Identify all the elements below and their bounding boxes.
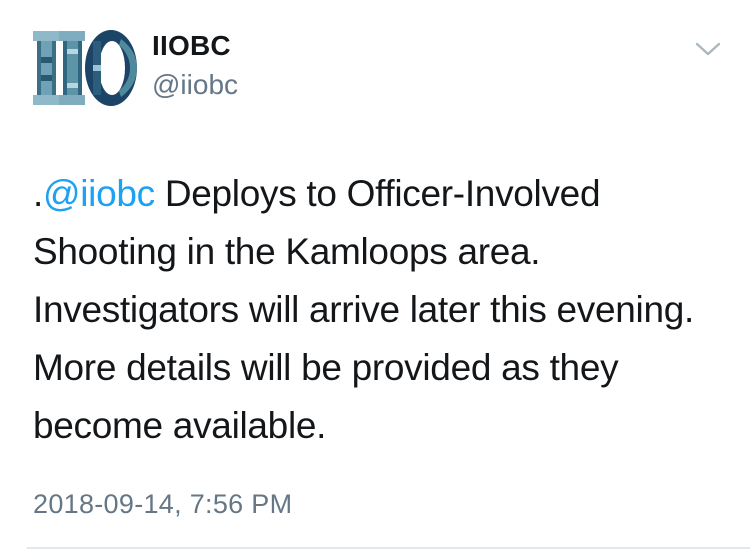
tweet-timestamp[interactable]: 2018-09-14, 7:56 PM — [33, 486, 292, 522]
avatar[interactable] — [33, 27, 141, 109]
author-handle[interactable]: @iiobc — [152, 67, 238, 103]
divider — [27, 547, 750, 549]
tweet-card: IIOBC @iiobc .@iiobc Deploys to Officer-… — [0, 0, 750, 551]
tweet-body-prefix: . — [33, 173, 43, 214]
iiobc-logo-icon — [33, 30, 137, 106]
author-display-name[interactable]: IIOBC — [152, 28, 231, 64]
mention-link[interactable]: @iiobc — [43, 173, 155, 214]
chevron-down-icon — [695, 42, 721, 56]
tweet-body: .@iiobc Deploys to Officer-Involved Shoo… — [33, 165, 723, 455]
tweet-menu-button[interactable] — [695, 40, 721, 58]
